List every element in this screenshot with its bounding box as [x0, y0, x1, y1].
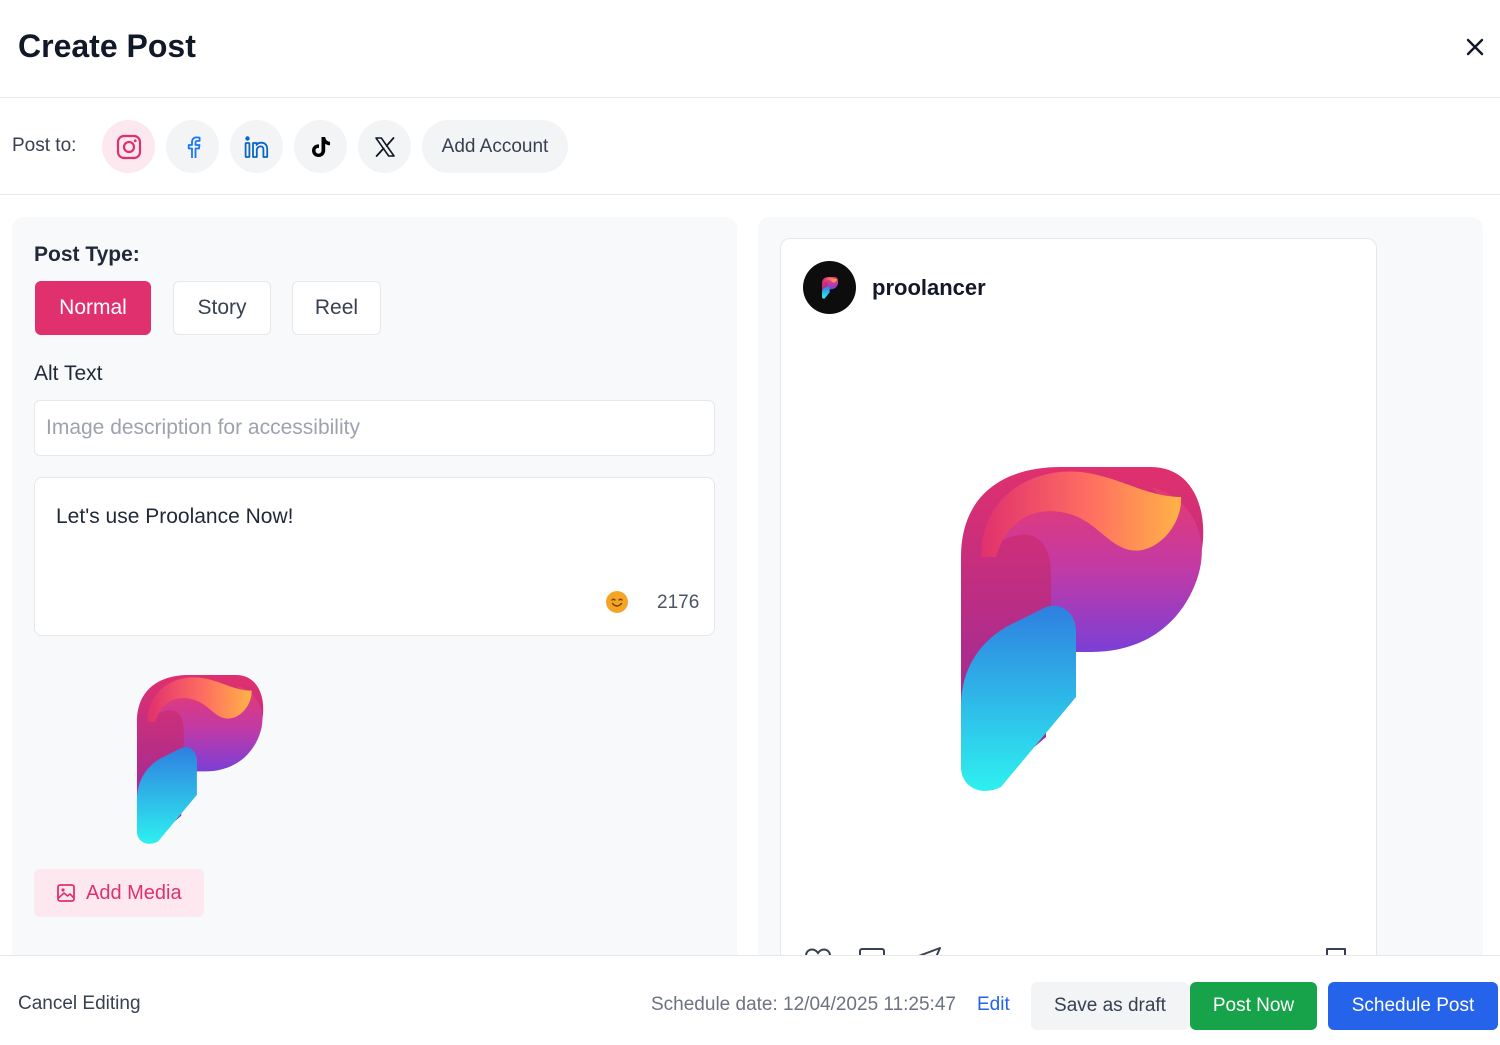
tiktok-icon	[311, 136, 330, 157]
caption-text: Let's use Proolance Now!	[56, 505, 294, 528]
image-icon	[57, 884, 75, 902]
schedule-post-button[interactable]: Schedule Post	[1328, 982, 1498, 1030]
emoji-picker-button[interactable]	[606, 591, 628, 613]
cancel-editing-button[interactable]: Cancel Editing	[18, 993, 141, 1015]
instagram-icon	[116, 134, 141, 159]
post-type-reel-button[interactable]: Reel	[292, 281, 381, 335]
save-draft-button[interactable]: Save as draft	[1031, 982, 1189, 1030]
add-media-button[interactable]: Add Media	[34, 869, 204, 917]
facebook-icon	[187, 136, 200, 158]
x-icon	[374, 136, 395, 157]
post-to-label: Post to:	[12, 135, 77, 156]
modal-header: Create Post	[0, 0, 1500, 98]
media-thumbnail[interactable]	[127, 675, 272, 847]
close-button[interactable]	[1460, 32, 1490, 62]
post-preview-card: proolancer	[780, 238, 1377, 957]
preview-username: proolancer	[872, 275, 986, 300]
proolance-logo-icon	[821, 277, 839, 299]
alt-text-input[interactable]	[34, 400, 715, 456]
account-linkedin[interactable]	[230, 120, 283, 173]
linkedin-icon	[244, 135, 268, 158]
avatar	[803, 261, 856, 314]
account-facebook[interactable]	[166, 120, 219, 173]
add-media-label: Add Media	[86, 881, 182, 904]
add-account-button[interactable]: Add Account	[422, 120, 568, 173]
account-tiktok[interactable]	[294, 120, 347, 173]
caption-textarea[interactable]: Let's use Proolance Now! 2176	[34, 477, 715, 636]
preview-image	[951, 467, 1211, 797]
preview-panel: proolancer	[758, 217, 1483, 957]
post-type-label: Post Type:	[34, 243, 140, 266]
edit-schedule-link[interactable]: Edit	[977, 994, 1010, 1016]
editor-panel: Post Type: Normal Story Reel Alt Text Le…	[12, 217, 737, 957]
alt-text-label: Alt Text	[34, 362, 103, 385]
post-type-normal-button[interactable]: Normal	[35, 281, 151, 335]
character-count: 2176	[657, 592, 700, 613]
post-to-bar: Post to: Add Account	[0, 98, 1500, 195]
schedule-date-text: Schedule date: 12/04/2025 11:25:47	[651, 994, 956, 1015]
post-now-button[interactable]: Post Now	[1190, 982, 1317, 1030]
account-instagram[interactable]	[102, 120, 155, 173]
smile-icon	[611, 598, 623, 607]
page-title: Create Post	[18, 28, 196, 64]
close-icon	[1466, 38, 1484, 56]
post-type-story-button[interactable]: Story	[173, 281, 271, 335]
account-x[interactable]	[358, 120, 411, 173]
modal-footer: Cancel Editing Schedule date: 12/04/2025…	[0, 955, 1500, 1045]
